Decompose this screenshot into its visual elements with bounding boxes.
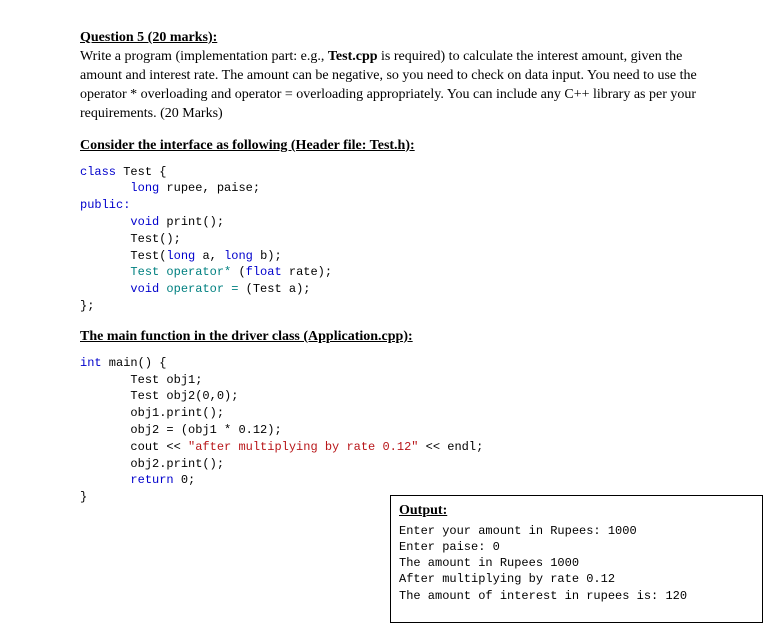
code-text: cout << (130, 440, 188, 454)
kw-class: class (80, 165, 116, 179)
code-pad (80, 373, 130, 387)
kw-void: void (130, 282, 159, 296)
code-pad (80, 249, 130, 263)
output-line: The amount in Rupees 1000 (399, 555, 754, 571)
code-text: } (80, 490, 87, 504)
code-pad (80, 440, 130, 454)
code-text: a, (195, 249, 224, 263)
output-line: After multiplying by rate 0.12 (399, 571, 754, 587)
kw-long: long (166, 249, 195, 263)
kw-void: void (130, 215, 159, 229)
kw-int: int (80, 356, 102, 370)
teal-text: operator = (159, 282, 238, 296)
kw-public: public: (80, 198, 130, 212)
code-text: Test( (130, 249, 166, 263)
output-line: The amount of interest in rupees is: 120 (399, 588, 754, 604)
code-text: Test(); (130, 232, 180, 246)
question-title: Question 5 (20 marks): (80, 30, 703, 46)
code-text: obj2.print(); (130, 457, 224, 471)
code-text: main() { (102, 356, 167, 370)
kw-float: float (246, 265, 282, 279)
code-pad (80, 389, 130, 403)
header-code-block: class Test { long rupee, paise; public: … (80, 164, 703, 315)
code-text: Test { (116, 165, 166, 179)
string-literal: "after multiplying by rate 0.12" (188, 440, 418, 454)
code-pad (80, 232, 130, 246)
code-text: Test obj2(0,0); (130, 389, 238, 403)
code-text: rupee, paise; (159, 181, 260, 195)
code-pad (80, 406, 130, 420)
code-pad (80, 181, 130, 195)
main-fn-heading: The main function in the driver class (A… (80, 329, 703, 345)
code-text: (Test a); (238, 282, 310, 296)
main-code-block: int main() { Test obj1; Test obj2(0,0); … (80, 355, 703, 506)
prompt-prefix: Write a program (implementation part: e.… (80, 49, 328, 64)
code-text: Test obj1; (130, 373, 202, 387)
question-prompt: Write a program (implementation part: e.… (80, 48, 703, 124)
code-text: obj1.print(); (130, 406, 224, 420)
code-pad (80, 423, 130, 437)
output-box: Output: Enter your amount in Rupees: 100… (390, 495, 763, 623)
code-pad (80, 473, 130, 487)
code-text: << endl; (418, 440, 483, 454)
code-text: rate); (282, 265, 332, 279)
code-text: b); (253, 249, 282, 263)
code-text: obj2 = (obj1 * 0.12); (130, 423, 281, 437)
prompt-bold-filename: Test.cpp (328, 49, 378, 64)
code-text: 0; (174, 473, 196, 487)
code-text: print(); (159, 215, 224, 229)
code-pad (80, 265, 130, 279)
kw-long: long (130, 181, 159, 195)
code-pad (80, 457, 130, 471)
interface-heading: Consider the interface as following (Hea… (80, 138, 703, 154)
kw-return: return (130, 473, 173, 487)
kw-long: long (224, 249, 253, 263)
code-text: ( (231, 265, 245, 279)
code-text: }; (80, 299, 94, 313)
teal-text: Test operator* (130, 265, 231, 279)
output-line: Enter your amount in Rupees: 1000 (399, 523, 754, 539)
output-title: Output: (399, 502, 754, 521)
code-pad (80, 282, 130, 296)
output-line: Enter paise: 0 (399, 539, 754, 555)
code-pad (80, 215, 130, 229)
